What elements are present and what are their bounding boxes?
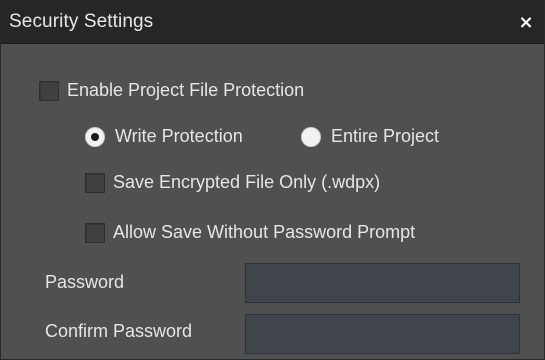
confirm-password-field[interactable] — [245, 314, 520, 354]
allow-save-row[interactable]: Allow Save Without Password Prompt — [85, 222, 415, 243]
save-encrypted-label: Save Encrypted File Only (.wdpx) — [113, 172, 381, 192]
title-bar[interactable]: Security Settings × — [1, 1, 544, 44]
dialog-content: Enable Project File Protection Write Pro… — [1, 44, 544, 359]
save-encrypted-row[interactable]: Save Encrypted File Only (.wdpx) — [85, 172, 380, 193]
password-field[interactable] — [245, 263, 520, 303]
entire-project-label: Entire Project — [331, 126, 440, 146]
security-settings-dialog: Security Settings × Enable Project File … — [0, 0, 545, 360]
write-protection-label: Write Protection — [115, 126, 243, 146]
dialog-title: Security Settings — [9, 11, 154, 32]
enable-protection-label: Enable Project File Protection — [67, 80, 305, 100]
confirm-password-label: Confirm Password — [45, 321, 193, 341]
password-label: Password — [45, 272, 125, 292]
allow-save-checkbox[interactable] — [85, 222, 105, 243]
allow-save-label: Allow Save Without Password Prompt — [113, 222, 416, 242]
write-protection-radio-row[interactable]: Write Protection — [85, 126, 243, 147]
save-encrypted-checkbox[interactable] — [85, 172, 105, 193]
entire-project-radio[interactable] — [301, 126, 321, 147]
enable-protection-row[interactable]: Enable Project File Protection — [39, 80, 304, 101]
enable-protection-checkbox[interactable] — [39, 80, 59, 101]
entire-project-radio-row[interactable]: Entire Project — [301, 126, 439, 147]
write-protection-radio[interactable] — [85, 126, 105, 147]
close-icon: × — [518, 12, 534, 33]
close-button[interactable]: × — [516, 13, 536, 33]
